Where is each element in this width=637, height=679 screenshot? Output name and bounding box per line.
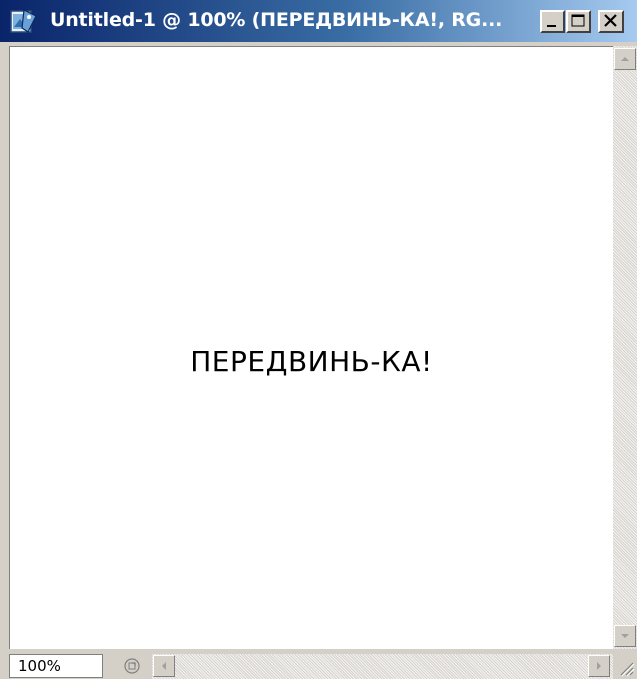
vertical-scrollbar[interactable] (613, 46, 637, 649)
arrow-right-icon (597, 662, 601, 670)
scroll-up-button[interactable] (614, 48, 636, 70)
scroll-right-button[interactable] (588, 655, 610, 677)
horizontal-scrollbar[interactable] (152, 654, 613, 679)
document-canvas[interactable]: ПЕРЕДВИНЬ-КА! (9, 46, 613, 649)
close-icon (604, 14, 617, 27)
close-button[interactable] (598, 10, 624, 33)
arrow-up-icon (621, 57, 629, 61)
document-window: Untitled-1 @ 100% (ПЕРЕДВИНЬ-КА!, RG... … (0, 0, 637, 679)
window-title: Untitled-1 @ 100% (ПЕРЕДВИНЬ-КА!, RG... (50, 9, 503, 31)
scroll-left-button[interactable] (153, 655, 175, 677)
status-bar: 100% (0, 649, 637, 679)
maximize-icon (571, 14, 585, 27)
scroll-down-button[interactable] (614, 625, 636, 647)
resize-grip-icon[interactable] (615, 657, 635, 677)
canvas-text-layer[interactable]: ПЕРЕДВИНЬ-КА! (10, 345, 613, 378)
minimize-button[interactable] (540, 10, 565, 33)
arrow-down-icon (621, 634, 629, 638)
photoshop-document-icon[interactable] (10, 8, 38, 34)
zoom-level-field[interactable]: 100% (9, 654, 103, 678)
minimize-icon (547, 25, 556, 27)
maximize-button[interactable] (566, 10, 591, 33)
title-bar[interactable]: Untitled-1 @ 100% (ПЕРЕДВИНЬ-КА!, RG... (0, 0, 637, 42)
status-info-icon[interactable] (118, 655, 146, 677)
arrow-left-icon (162, 662, 166, 670)
